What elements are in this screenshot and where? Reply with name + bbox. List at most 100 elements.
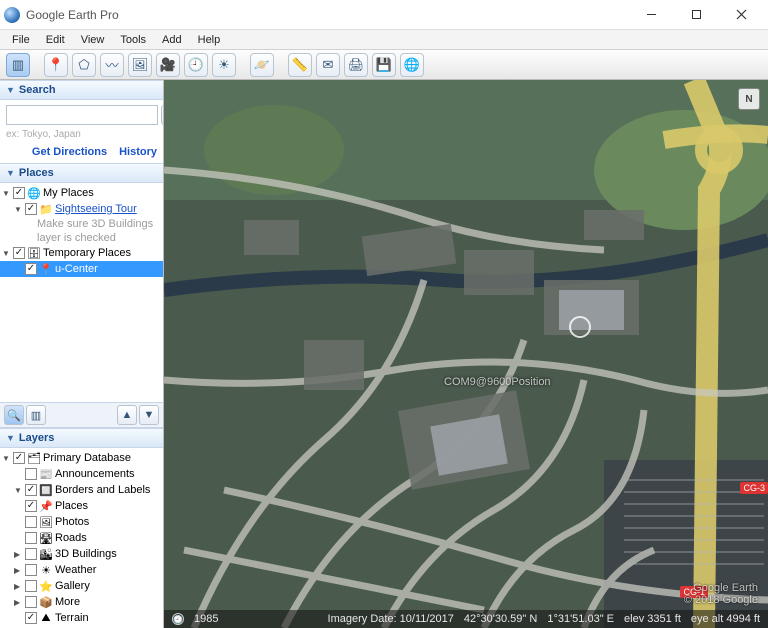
tree-row[interactable]: 📍u-Center [0, 261, 163, 277]
item-icon: 🗂 [27, 451, 41, 465]
expanded-icon[interactable]: ▼ [2, 189, 11, 198]
checkbox[interactable] [25, 516, 37, 528]
expanded-icon[interactable]: ▼ [2, 454, 11, 463]
menu-view[interactable]: View [75, 32, 111, 48]
layers-panel-header[interactable]: ▼ Layers [0, 428, 163, 448]
tree-row[interactable]: ▼🗄Temporary Places [0, 245, 163, 261]
tree-row[interactable]: layer is checked [0, 231, 163, 245]
history-slider-icon[interactable]: 🕘 [172, 613, 184, 625]
checkbox[interactable] [25, 612, 37, 624]
planet-button[interactable]: 🪐 [250, 53, 274, 77]
menu-file[interactable]: File [6, 32, 36, 48]
collapsed-icon[interactable]: ▶ [14, 566, 23, 575]
checkbox[interactable] [25, 500, 37, 512]
tree-row[interactable]: ▼🔲Borders and Labels [0, 482, 163, 498]
email-button[interactable]: ✉ [316, 53, 340, 77]
item-label: Temporary Places [43, 247, 131, 259]
menu-add[interactable]: Add [156, 32, 188, 48]
item-icon: 🖼 [39, 515, 53, 529]
checkbox[interactable] [25, 532, 37, 544]
ruler-button[interactable]: 📏 [288, 53, 312, 77]
checkbox[interactable] [13, 187, 25, 199]
checkbox[interactable] [25, 203, 37, 215]
item-icon: ⭐ [39, 579, 53, 593]
checkbox[interactable] [25, 484, 37, 496]
tree-row[interactable]: 📰Announcements [0, 466, 163, 482]
tree-row[interactable]: ▼📁Sightseeing Tour [0, 201, 163, 217]
add-polygon-button[interactable]: ⬠ [72, 53, 96, 77]
tree-row[interactable]: 📌Places [0, 498, 163, 514]
menubar: File Edit View Tools Add Help [0, 30, 768, 50]
minimize-button[interactable] [629, 1, 674, 29]
tree-row[interactable]: ▶☀Weather [0, 562, 163, 578]
item-icon: ☀ [39, 563, 53, 577]
tree-row[interactable]: ▼ 🗂Primary Database [0, 450, 163, 466]
add-placemark-button[interactable]: 📍 [44, 53, 68, 77]
print-button[interactable]: 🖨 [344, 53, 368, 77]
close-button[interactable] [719, 1, 764, 29]
collapsed-icon[interactable]: ▶ [14, 582, 23, 591]
search-places-button[interactable]: 🔍 [4, 405, 24, 425]
item-label: More [55, 596, 80, 608]
search-example-text: ex: Tokyo, Japan [6, 129, 157, 140]
item-label: Terrain [55, 612, 89, 624]
checkbox[interactable] [25, 263, 37, 275]
window-title: Google Earth Pro [26, 8, 629, 22]
item-label: layer is checked [37, 232, 116, 244]
tree-row[interactable]: 🛣Roads [0, 530, 163, 546]
tree-row[interactable]: ▶📦More [0, 594, 163, 610]
search-input[interactable] [6, 105, 158, 125]
checkbox[interactable] [25, 468, 37, 480]
tree-row[interactable]: Make sure 3D Buildings [0, 217, 163, 231]
menu-tools[interactable]: Tools [114, 32, 152, 48]
places-view-button[interactable]: ▥ [26, 405, 46, 425]
status-eye-alt: eye alt 4994 ft [691, 613, 760, 625]
add-image-overlay-button[interactable]: 🖼 [128, 53, 152, 77]
compass-icon[interactable]: N [738, 88, 760, 110]
checkbox[interactable] [25, 548, 37, 560]
expanded-icon[interactable]: ▼ [14, 486, 23, 495]
get-directions-link[interactable]: Get Directions [32, 146, 107, 158]
tree-row[interactable]: ▶⭐Gallery [0, 578, 163, 594]
item-icon: 🏙 [39, 547, 53, 561]
move-up-button[interactable]: ▲ [117, 405, 137, 425]
search-panel-header[interactable]: ▼ Search [0, 80, 163, 100]
places-panel-title: Places [19, 167, 54, 179]
save-image-button[interactable]: 💾 [372, 53, 396, 77]
checkbox[interactable] [25, 564, 37, 576]
menu-edit[interactable]: Edit [40, 32, 71, 48]
checkbox[interactable] [13, 452, 25, 464]
historical-imagery-button[interactable]: 🕘 [184, 53, 208, 77]
sunlight-button[interactable]: ☀ [212, 53, 236, 77]
checkbox[interactable] [25, 596, 37, 608]
checkbox[interactable] [13, 247, 25, 259]
checkbox[interactable] [25, 580, 37, 592]
record-tour-button[interactable]: 🎥 [156, 53, 180, 77]
layers-panel-title: Layers [19, 432, 54, 444]
tree-row[interactable]: ▶🏙3D Buildings [0, 546, 163, 562]
move-down-button[interactable]: ▼ [139, 405, 159, 425]
places-panel-header[interactable]: ▼ Places [0, 163, 163, 183]
view-in-maps-button[interactable]: 🌐 [400, 53, 424, 77]
menu-help[interactable]: Help [192, 32, 227, 48]
item-label: Borders and Labels [55, 484, 150, 496]
item-label: Photos [55, 516, 89, 528]
titlebar: Google Earth Pro [0, 0, 768, 30]
toggle-sidebar-button[interactable]: ▥ [6, 53, 30, 77]
expanded-icon[interactable]: ▼ [2, 249, 11, 258]
map-viewport[interactable]: N COM9@9600Position CG-3 CG-1 Google Ear… [164, 80, 768, 628]
collapsed-icon[interactable]: ▶ [14, 598, 23, 607]
item-label: Primary Database [43, 452, 131, 464]
collapsed-icon[interactable]: ▶ [14, 550, 23, 559]
tree-row[interactable]: 🖼Photos [0, 514, 163, 530]
expanded-icon[interactable]: ▼ [14, 205, 23, 214]
history-link[interactable]: History [119, 146, 157, 158]
tree-row[interactable]: ⛰Terrain [0, 610, 163, 626]
tree-row[interactable]: ▼🌐My Places [0, 185, 163, 201]
item-label: My Places [43, 187, 94, 199]
search-panel-title: Search [19, 84, 56, 96]
placemark-label[interactable]: COM9@9600Position [444, 376, 551, 388]
add-path-button[interactable]: 〰 [100, 53, 124, 77]
maximize-button[interactable] [674, 1, 719, 29]
places-tree: ▼🌐My Places▼📁Sightseeing TourMake sure 3… [0, 183, 163, 279]
